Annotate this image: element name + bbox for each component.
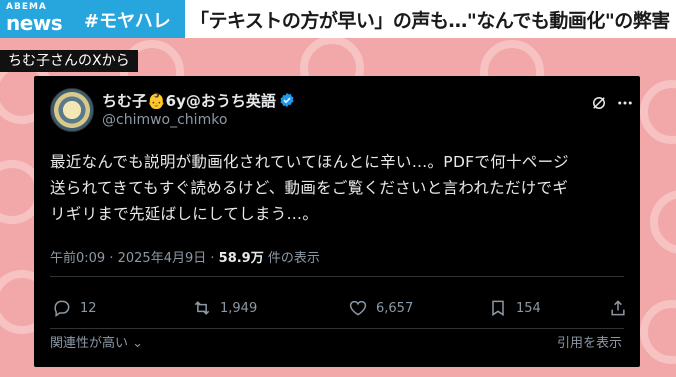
reply-button[interactable]: 12 [52,294,97,322]
bookmark-button[interactable]: 154 [488,294,541,322]
divider [50,276,624,277]
headline-text: 「テキストの方が早い」の声も…"なんでも動画化"の弊害 [190,10,670,32]
view-quotes-link[interactable]: 引用を表示 [557,332,622,351]
divider [50,328,624,329]
grok-icon[interactable] [590,94,608,112]
tweet-time[interactable]: 午前0:09 [50,251,105,266]
share-icon [611,300,625,316]
meta-separator: · [210,251,219,266]
abema-news-logo: ABEMA news [6,3,72,35]
display-name[interactable]: ちむ子👶6y@おうち英語 [102,90,276,111]
headline-banner: ABEMA news #モヤハレ 「テキストの方が早い」の声も…"なんでも動画化… [0,0,676,38]
tweet-date[interactable]: 2025年4月9日 [118,251,207,266]
like-count: 6,657 [376,300,414,316]
logo-bottom-text: news [6,11,63,35]
repost-count: 1,949 [220,300,258,316]
tweet-text: 最近なんでも説明が動画化されていてほんとに辛い…。PDFで何十ページ 送られてき… [50,153,569,223]
source-label: ちむ子さんのXから [0,50,138,72]
repost-button[interactable]: 1,949 [192,294,257,322]
verified-badge-icon [280,93,294,107]
share-button[interactable] [608,294,636,322]
more-icon[interactable] [616,94,634,112]
reply-icon [54,300,70,317]
view-label: 件の表示 [267,251,320,266]
reply-count: 12 [80,300,97,316]
heart-icon [349,300,367,316]
bookmark-icon [492,300,504,317]
meta-separator: · [109,251,118,266]
tweet-card: ちむ子👶6y@おうち英語 @chimwo_chimko 最近なんでも説明が動画化… [34,76,640,367]
bookmark-count: 154 [516,300,541,316]
handle[interactable]: @chimwo_chimko [102,112,227,128]
hashtag: #モヤハレ [84,11,171,32]
view-count: 58.9万 [218,251,264,266]
chevron-down-icon: ⌄ [132,336,144,351]
like-button[interactable]: 6,657 [348,294,413,322]
sort-relevance-dropdown[interactable]: 関連性が高い ⌄ [50,332,143,351]
tweet-meta: 午前0:09 · 2025年4月9日 · 58.9万 件の表示 [50,247,320,266]
repost-icon [194,301,210,315]
avatar[interactable] [50,88,94,132]
action-bar: 12 1,949 6,657 154 [50,294,630,322]
sort-label: 関連性が高い [50,336,129,351]
